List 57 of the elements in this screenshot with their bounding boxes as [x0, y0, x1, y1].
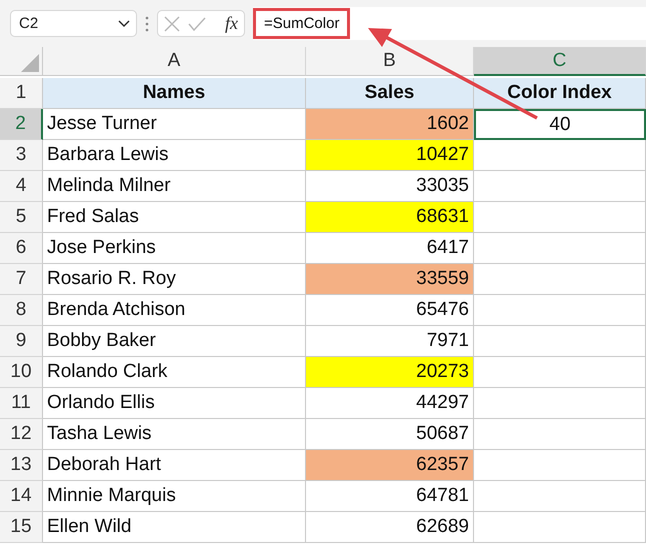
sales-cell: 1602	[306, 109, 474, 140]
sales-cell: 20273	[306, 357, 474, 388]
cell-reference: C2	[19, 15, 38, 32]
row-header[interactable]: 10	[0, 357, 43, 388]
row-header[interactable]: 15	[0, 512, 43, 543]
name-cell: Deborah Hart	[43, 450, 306, 481]
sales-cell: 33559	[306, 264, 474, 295]
name-cell: Bobby Baker	[43, 326, 306, 357]
row-header[interactable]: 9	[0, 326, 43, 357]
name-cell: Rosario R. Roy	[43, 264, 306, 295]
sales-cell: 64781	[306, 481, 474, 512]
formula-text: =SumColor	[253, 8, 350, 39]
name-cell: Minnie Marquis	[43, 481, 306, 512]
name-cell: Jose Perkins	[43, 233, 306, 264]
cancel-icon[interactable]	[164, 16, 180, 32]
sales-cell: 44297	[306, 388, 474, 419]
name-cell: Ellen Wild	[43, 512, 306, 543]
name-box[interactable]: C2	[10, 10, 137, 37]
insert-function-button[interactable]: fx	[225, 13, 238, 34]
sales-cell: 62689	[306, 512, 474, 543]
row-header[interactable]: 13	[0, 450, 43, 481]
name-cell: Fred Salas	[43, 202, 306, 233]
row-header[interactable]: 12	[0, 419, 43, 450]
formula-bar[interactable]: =SumColor	[253, 7, 646, 40]
check-icon[interactable]	[188, 16, 206, 30]
header-cell: Names	[43, 78, 306, 109]
row-header[interactable]: 7	[0, 264, 43, 295]
sales-cell: 10427	[306, 140, 474, 171]
row-header[interactable]: 11	[0, 388, 43, 419]
selected-cell: 40	[474, 109, 646, 140]
name-cell: Orlando Ellis	[43, 388, 306, 419]
row-header[interactable]: 2	[0, 109, 43, 140]
name-cell: Tasha Lewis	[43, 419, 306, 450]
column-header[interactable]: B	[306, 47, 474, 76]
row-header[interactable]: 6	[0, 233, 43, 264]
name-cell: Melinda Milner	[43, 171, 306, 202]
chevron-down-icon	[118, 20, 130, 28]
name-cell: Jesse Turner	[43, 109, 306, 140]
row-header[interactable]: 5	[0, 202, 43, 233]
row-header[interactable]: 8	[0, 295, 43, 326]
sales-cell: 62357	[306, 450, 474, 481]
header-cell: Sales	[306, 78, 474, 109]
column-header[interactable]: A	[43, 47, 306, 76]
sales-cell: 65476	[306, 295, 474, 326]
select-all-button[interactable]	[0, 47, 43, 76]
row-header[interactable]: 1	[0, 78, 43, 109]
name-cell: Rolando Clark	[43, 357, 306, 388]
header-cell: Color Index	[474, 78, 646, 109]
row-header[interactable]: 3	[0, 140, 43, 171]
sales-cell: 68631	[306, 202, 474, 233]
triangle-icon	[21, 54, 39, 72]
name-cell: Brenda Atchison	[43, 295, 306, 326]
drag-handle-icon[interactable]	[145, 16, 149, 32]
name-cell: Barbara Lewis	[43, 140, 306, 171]
row-header[interactable]: 14	[0, 481, 43, 512]
column-header[interactable]: C	[474, 47, 646, 76]
row-header[interactable]: 4	[0, 171, 43, 202]
